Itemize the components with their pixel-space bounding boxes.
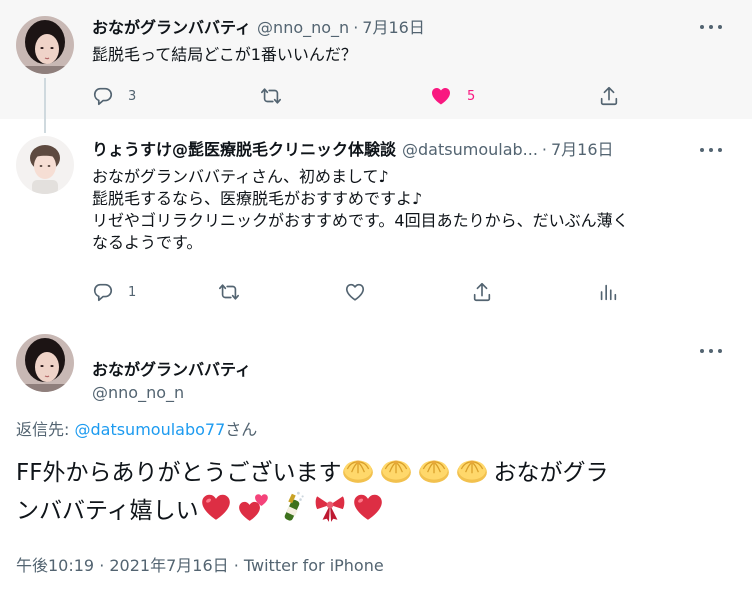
separator: · (541, 140, 547, 159)
champagne-emoji (275, 490, 309, 524)
text-segment: おながグラ (493, 460, 609, 486)
reply-button[interactable]: 3 (92, 84, 136, 108)
text-segment: ンババティ嬉しい (16, 498, 199, 524)
reply-to-link[interactable]: @datsumoulabo77 (74, 420, 225, 439)
separator: · (353, 18, 359, 37)
like-icon (344, 281, 366, 303)
reply-icon (92, 281, 114, 303)
tweet-original[interactable]: おながグランババティ @nno_no_n · 7月16日 髭脱毛って結局どこが1番いい… (0, 0, 752, 119)
bun-emoji (341, 452, 375, 486)
user-handle[interactable]: @nno_no_n (257, 18, 349, 37)
avatar[interactable] (16, 136, 74, 194)
tweet-text-line: 髭脱毛するなら、医療脱毛がおすすめですよ♪ (92, 189, 423, 208)
user-name[interactable]: おながグランババティ (92, 356, 251, 380)
tweet-text-line: ンババティ嬉しい (16, 490, 746, 528)
reply-icon (92, 85, 114, 107)
more-icon[interactable] (700, 145, 722, 155)
user-handle[interactable]: @datsumoulab... (402, 140, 538, 159)
timestamp[interactable]: 午後10:19 · 2021年7月16日 · (16, 556, 244, 575)
tweet-text: FF外からありがとうございます おながグラ ンババティ嬉しい (16, 452, 746, 528)
action-bar: 1 (92, 280, 632, 304)
avatar[interactable] (16, 16, 74, 74)
tweet-timestamp: 午後10:19 · 2021年7月16日 · Twitter for iPhon… (16, 552, 384, 576)
tweet-text-line: FF外からありがとうございます おながグラ (16, 452, 746, 490)
analytics-button[interactable] (597, 280, 619, 304)
share-icon (471, 281, 493, 303)
analytics-icon (597, 281, 619, 303)
like-icon (429, 84, 453, 108)
tweet-text-line: おながグランババティさん、初めまして♪ (92, 167, 389, 186)
user-handle[interactable]: @nno_no_n (92, 383, 184, 402)
reply-button[interactable]: 1 (92, 280, 136, 304)
share-button[interactable] (471, 280, 493, 304)
thread-line (44, 119, 46, 133)
tweet-reply[interactable]: りょうすけ@髭医療脱毛クリニック体験談 @datsumoulab... · 7月16日… (0, 119, 752, 318)
avatar[interactable] (16, 334, 74, 392)
retweet-button[interactable] (260, 84, 282, 108)
action-bar: 3 5 (92, 84, 632, 108)
tweet-text-line: なるようです。 (92, 233, 203, 252)
tweet-date[interactable]: 7月16日 (551, 140, 614, 159)
retweet-icon (260, 85, 282, 107)
reply-count: 1 (128, 284, 137, 300)
tweet-text: 髭脱毛って結局どこが1番いいんだ？ (92, 45, 357, 64)
reply-count: 3 (128, 88, 137, 104)
heart-emoji (351, 490, 385, 524)
replying-to: 返信先: @datsumoulabo77さん (16, 416, 257, 440)
like-count: 5 (467, 88, 476, 104)
reply-prefix: 返信先: (16, 420, 75, 439)
user-name[interactable]: りょうすけ@髭医療脱毛クリニック体験談 (92, 140, 396, 159)
retweet-icon (218, 281, 240, 303)
bun-emoji (455, 452, 489, 486)
user-name[interactable]: おながグランババティ (92, 18, 251, 37)
text-segment: FF外からありがとうございます (16, 460, 342, 486)
tweet-text: おながグランババティさん、初めまして♪ 髭脱毛するなら、医療脱毛がおすすめですよ… (92, 166, 629, 254)
like-button[interactable]: 5 (429, 84, 475, 108)
thread-line (44, 78, 46, 119)
more-icon[interactable] (700, 22, 722, 32)
retweet-button[interactable] (218, 280, 240, 304)
heart-emoji (199, 490, 233, 524)
share-button[interactable] (598, 84, 620, 108)
tweet-header: りょうすけ@髭医療脱毛クリニック体験談 @datsumoulab... · 7月16日 (92, 140, 614, 160)
tweet-header: おながグランババティ @nno_no_n · 7月16日 (92, 18, 425, 38)
bun-emoji (417, 452, 451, 486)
tweet-date[interactable]: 7月16日 (362, 18, 425, 37)
more-icon[interactable] (700, 346, 722, 356)
tweet-text-line: リゼやゴリラクリニックがおすすめです。4回目あたりから、だいぶん薄く (92, 211, 629, 230)
share-icon (598, 85, 620, 107)
ribbon-emoji (313, 490, 347, 524)
reply-suffix: さん (225, 420, 258, 439)
like-button[interactable] (344, 280, 366, 304)
bun-emoji (379, 452, 413, 486)
two-hearts-emoji (237, 490, 271, 524)
tweet-source[interactable]: Twitter for iPhone (244, 556, 384, 575)
tweet-focused[interactable]: おながグランババティ @nno_no_n 返信先: @datsumoulabo7… (0, 318, 752, 600)
